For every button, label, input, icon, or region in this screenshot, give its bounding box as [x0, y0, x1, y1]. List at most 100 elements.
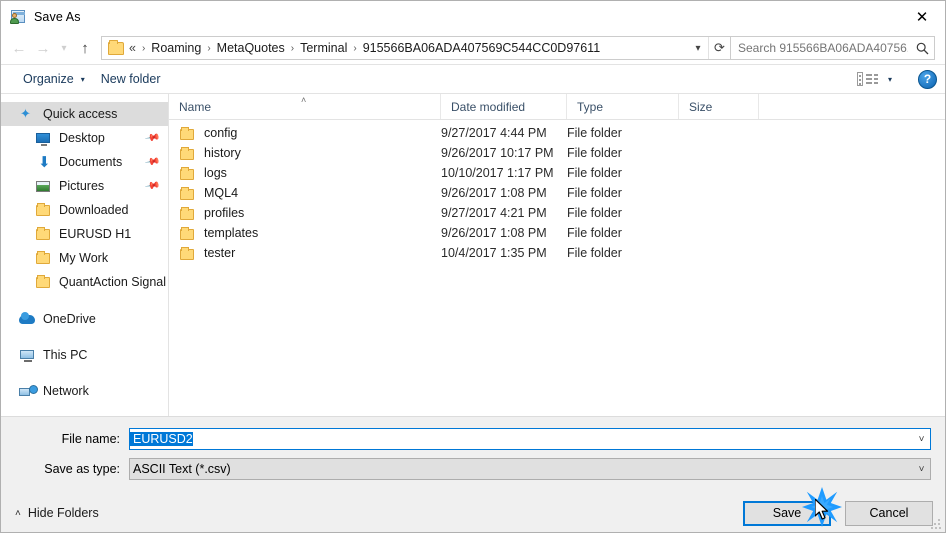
pin-icon[interactable]: 📌 — [144, 154, 161, 170]
breadcrumb-item-roaming[interactable]: Roaming — [148, 40, 204, 56]
save-as-dialog: Save As ✕ ← → ▾ ↑ « › Roaming › MetaQuot… — [0, 0, 946, 533]
file-type-cell: File folder — [567, 146, 622, 160]
table-row[interactable]: tester 10/4/2017 1:35 PM File folder — [169, 243, 945, 263]
chevron-down-icon[interactable]: ▾ — [688, 37, 708, 59]
sidebar-item-quantaction-signal[interactable]: QuantAction Signal — [1, 270, 168, 294]
breadcrumb-overflow[interactable]: « — [129, 40, 139, 56]
sidebar-item-label: Pictures — [59, 179, 105, 193]
pin-icon[interactable]: 📌 — [144, 130, 161, 146]
chevron-down-icon[interactable]: ˅ — [913, 459, 930, 479]
table-row[interactable]: history 9/26/2017 10:17 PM File folder — [169, 143, 945, 163]
file-date-cell: 9/26/2017 1:08 PM — [441, 226, 547, 240]
arrow-up-icon[interactable]: ↑ — [73, 36, 97, 60]
save-as-type-row: Save as type: ASCII Text (*.csv) ˅ — [1, 458, 945, 480]
table-row[interactable]: profiles 9/27/2017 4:21 PM File folder — [169, 203, 945, 223]
sidebar-item-label: OneDrive — [43, 312, 96, 326]
refresh-icon[interactable]: ⟳ — [708, 37, 730, 59]
hide-folders-button[interactable]: ˄ Hide Folders — [15, 506, 99, 520]
arrow-right-icon[interactable]: → — [31, 36, 55, 60]
chevron-down-icon[interactable]: ˅ — [913, 429, 930, 449]
close-icon[interactable]: ✕ — [899, 1, 945, 32]
table-row[interactable]: MQL4 9/26/2017 1:08 PM File folder — [169, 183, 945, 203]
sidebar-item-label: Quick access — [43, 107, 118, 121]
table-row[interactable]: config 9/27/2017 4:44 PM File folder — [169, 123, 945, 143]
sidebar-item-this-pc[interactable]: This PC — [1, 343, 168, 367]
new-folder-label: New folder — [100, 72, 161, 86]
file-name-input[interactable]: EURUSD2 ˅ — [129, 428, 931, 450]
breadcrumb-item-metaquotes[interactable]: MetaQuotes — [214, 40, 288, 56]
sidebar-item-my-work[interactable]: My Work — [1, 246, 168, 270]
sidebar-item-label: My Work — [59, 251, 109, 265]
onedrive-icon — [19, 311, 36, 327]
pin-icon[interactable]: 📌 — [144, 178, 161, 194]
table-row[interactable]: logs 10/10/2017 1:17 PM File folder — [169, 163, 945, 183]
organize-button[interactable]: Organize ▾ — [15, 69, 93, 89]
desktop-icon — [35, 130, 52, 146]
sidebar-item-label: EURUSD H1 — [59, 227, 132, 241]
documents-icon: ⬇ — [38, 154, 51, 171]
file-date-cell: 9/26/2017 1:08 PM — [441, 186, 547, 200]
sidebar-item-label: Desktop — [59, 131, 105, 145]
file-type-cell: File folder — [567, 206, 622, 220]
sidebar-item-quick-access[interactable]: ✦ Quick access — [1, 102, 168, 126]
file-name-cell: templates — [169, 226, 441, 240]
sidebar-item-eurusd-h1[interactable]: EURUSD H1 — [1, 222, 168, 246]
sidebar-item-network[interactable]: Network — [1, 379, 168, 403]
save-as-type-select[interactable]: ASCII Text (*.csv) ˅ — [129, 458, 931, 480]
sidebar-item-onedrive[interactable]: OneDrive — [1, 307, 168, 331]
toolbar: Organize ▾ New folder ▾ ? — [1, 64, 945, 94]
column-header-date-modified[interactable]: Date modified — [441, 94, 567, 119]
file-type-cell: File folder — [567, 166, 622, 180]
file-name-label: profiles — [204, 206, 245, 220]
file-name-label: MQL4 — [204, 186, 239, 200]
search-icon — [910, 42, 934, 55]
sidebar-item-downloaded[interactable]: Downloaded — [1, 198, 168, 222]
file-name-label: config — [204, 126, 238, 140]
breadcrumb-item-terminal[interactable]: Terminal — [297, 40, 350, 56]
chevron-up-icon: ˄ — [15, 507, 21, 519]
column-header-label: Date modified — [451, 99, 526, 114]
search-box[interactable] — [731, 36, 935, 60]
file-list-pane: Name ˄ Date modified Type Size config 9/… — [169, 94, 945, 416]
search-input[interactable] — [731, 40, 910, 56]
help-icon[interactable]: ? — [918, 69, 937, 89]
folder-icon — [179, 246, 195, 260]
column-header-label: Type — [577, 99, 604, 114]
file-name-label: history — [204, 146, 241, 160]
table-row[interactable]: templates 9/26/2017 1:08 PM File folder — [169, 223, 945, 243]
sidebar-item-documents[interactable]: ⬇ Documents 📌 — [1, 150, 168, 174]
file-type-cell: File folder — [567, 126, 622, 140]
file-date-cell: 10/4/2017 1:35 PM — [441, 246, 547, 260]
file-name-cell: logs — [169, 166, 441, 180]
change-view-button[interactable]: ▾ — [849, 68, 900, 90]
sort-ascending-icon: ˄ — [301, 95, 307, 105]
column-header-size[interactable]: Size — [679, 94, 759, 119]
breadcrumb[interactable]: « › Roaming › MetaQuotes › Terminal › 91… — [101, 36, 731, 60]
cancel-button[interactable]: Cancel — [845, 500, 933, 526]
column-header-label: Size — [689, 99, 713, 114]
file-date-cell: 9/27/2017 4:44 PM — [441, 126, 547, 140]
column-header-name[interactable]: Name ˄ — [169, 94, 441, 119]
file-name-cell: profiles — [169, 206, 441, 220]
network-icon — [19, 383, 38, 399]
view-layout-icon — [856, 71, 879, 87]
file-type-cell: File folder — [567, 226, 622, 240]
sidebar-item-pictures[interactable]: Pictures 📌 — [1, 174, 168, 198]
breadcrumb-item-instance[interactable]: 915566BA06ADA407569C544CC0D97611 — [360, 40, 603, 56]
sidebar-item-label: QuantAction Signal — [59, 275, 167, 289]
save-button[interactable]: Save — [743, 500, 831, 526]
file-date-cell: 10/10/2017 1:17 PM — [441, 166, 554, 180]
folder-icon — [179, 146, 195, 160]
column-header-type[interactable]: Type — [567, 94, 679, 119]
arrow-left-icon[interactable]: ← — [7, 36, 31, 60]
dialog-body: ✦ Quick access Desktop 📌 ⬇ Documents 📌 P… — [1, 94, 945, 416]
new-folder-button[interactable]: New folder — [93, 69, 169, 89]
chevron-down-icon: ▾ — [80, 74, 85, 84]
star-icon: ✦ — [20, 106, 31, 121]
chevron-down-icon[interactable]: ▾ — [55, 36, 73, 60]
resize-grip[interactable] — [931, 519, 941, 529]
sidebar-item-desktop[interactable]: Desktop 📌 — [1, 126, 168, 150]
